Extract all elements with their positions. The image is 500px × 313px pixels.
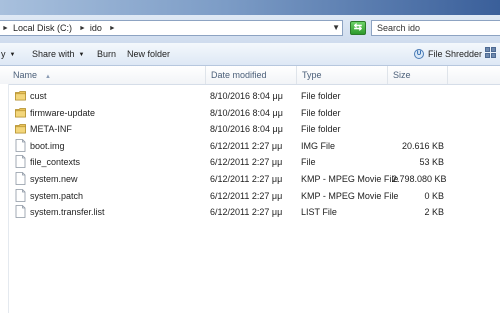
folder-icon [15,89,26,102]
file-row[interactable]: file_contexts 6/12/2011 2:27 μμ File 53 KB [0,154,500,171]
file-type: IMG File [301,140,336,151]
file-name: file_contexts [30,157,81,168]
file-size: 0 KB [424,190,444,201]
file-date-modified: 8/10/2016 8:04 μμ [210,91,283,101]
file-name: cust [30,91,47,101]
file-date-modified: 6/12/2011 2:27 μμ [210,190,283,201]
file-row[interactable]: cust 8/10/2016 8:04 μμ File folder [0,88,500,105]
file-list: cust 8/10/2016 8:04 μμ File folder firmware… [0,88,500,221]
file-date-modified: 6/12/2011 2:27 μμ [210,207,283,218]
share-with-button[interactable]: Share with ▼ [32,49,84,59]
breadcrumb-chevron-icon[interactable]: ► [79,25,86,32]
sort-ascending-icon: ▲ [45,74,51,80]
file-name: system.transfer.list [30,207,105,218]
file-date-modified: 8/10/2016 8:04 μμ [210,107,283,118]
file-type: KMP - MPEG Movie File [301,190,399,201]
file-size: 53 KB [419,157,444,168]
file-date-modified: 8/10/2016 8:04 μμ [210,124,283,135]
column-header-row: Name ▲ Date modified Type Size [0,66,500,85]
file-type: File folder [301,107,341,118]
file-icon [15,155,26,169]
view-options-icon[interactable] [485,47,497,59]
file-shredder-label: File Shredder [428,49,483,59]
file-name: META-INF [30,124,72,135]
file-row[interactable]: META-INF 8/10/2016 8:04 μμ File folder [0,121,500,138]
burn-button[interactable]: Burn [97,49,116,59]
file-type: LIST File [301,207,337,218]
file-date-modified: 6/12/2011 2:27 μμ [210,157,283,168]
window-title-bar [0,0,500,15]
column-header-date[interactable]: Date modified [206,66,297,84]
file-icon [15,188,26,202]
file-type: File folder [301,91,341,101]
folder-icon [15,122,26,135]
breadcrumb-chevron-icon[interactable]: ► [2,25,9,32]
file-size: 2.798.080 KB [392,173,447,184]
file-date-modified: 6/12/2011 2:27 μμ [210,140,283,151]
chevron-down-icon: ▼ [78,52,85,58]
file-size: 2 KB [424,207,444,218]
address-dropdown-icon[interactable]: ▼ [332,23,340,32]
address-row: ► Local Disk (C:) ► ido ► ▼ ⇆ Search ido [0,15,500,44]
file-row[interactable]: system.patch 6/12/2011 2:27 μμ KMP - MPEG … [0,188,500,205]
file-type: File folder [301,124,341,135]
share-with-label: Share with [32,49,75,59]
file-icon [15,205,26,219]
folder-icon [15,106,26,119]
search-input[interactable]: Search ido [371,20,500,36]
refresh-button[interactable]: ⇆ [350,21,366,35]
file-row[interactable]: firmware-update 8/10/2016 8:04 μμ File fol… [0,105,500,122]
column-header-name-label: Name [13,70,38,80]
file-name: system.patch [30,190,84,201]
breadcrumb-chevron-icon[interactable]: ► [109,25,116,32]
file-icon [15,172,26,185]
file-row[interactable]: system.transfer.list 6/12/2011 2:27 μμ LIS… [0,204,500,221]
file-name: firmware-update [30,107,96,118]
breadcrumb-ido[interactable]: ido [90,23,102,33]
file-date-modified: 6/12/2011 2:27 μμ [210,173,283,184]
command-bar: y ▼ Share with ▼ Burn New folder U File Shr… [0,43,500,66]
chevron-down-icon: ▼ [9,52,16,58]
file-row[interactable]: boot.img 6/12/2011 2:27 μμ IMG File 20.616 … [0,138,500,155]
organize-label: y [1,49,6,59]
organize-menu-partial[interactable]: y ▼ [1,49,15,59]
breadcrumb-local-disk[interactable]: Local Disk (C:) [13,23,72,33]
address-bar[interactable]: ► Local Disk (C:) ► ido ► ▼ [0,20,343,36]
file-size: 20.616 KB [401,140,444,151]
file-shredder-button[interactable]: U File Shredder [414,48,483,60]
file-shredder-icon: U [414,48,424,59]
new-folder-button[interactable]: New folder [127,49,170,59]
file-name: boot.img [30,140,65,151]
column-header-size[interactable]: Size [388,66,448,84]
file-icon [15,138,26,152]
file-name: system.new [30,173,78,184]
file-type: File [301,157,316,168]
column-header-type[interactable]: Type [297,66,388,84]
column-header-name[interactable]: Name ▲ [8,66,206,84]
file-type: KMP - MPEG Movie File [301,173,399,184]
file-row[interactable]: system.new 6/12/2011 2:27 μμ KMP - MPEG Mo… [0,171,500,188]
